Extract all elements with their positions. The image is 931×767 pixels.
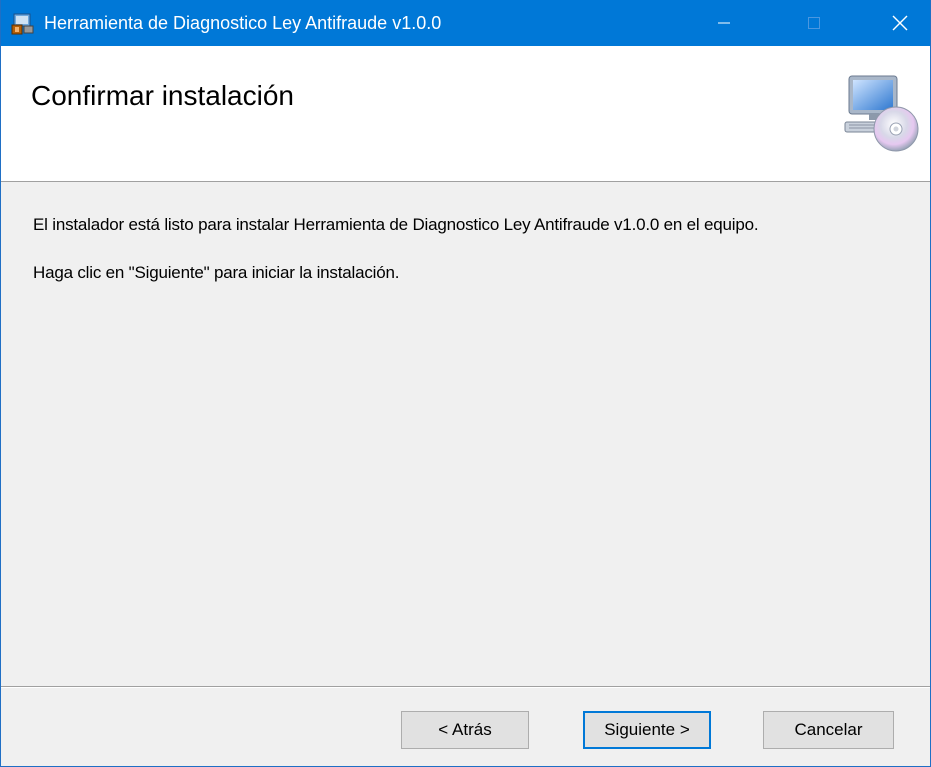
close-icon: [892, 15, 908, 31]
installer-window: Herramienta de Diagnostico Ley Antifraud…: [0, 0, 931, 767]
footer-divider-highlight: [1, 687, 930, 688]
back-button[interactable]: < Atrás: [401, 711, 529, 749]
header-banner: Confirmar instalación: [1, 46, 930, 182]
maximize-button[interactable]: [791, 0, 837, 46]
instruction-message: Haga clic en "Siguiente" para iniciar la…: [33, 263, 400, 282]
close-button[interactable]: [877, 0, 923, 46]
installer-app-icon: [11, 13, 34, 35]
title-bar[interactable]: Herramienta de Diagnostico Ley Antifraud…: [1, 0, 930, 46]
maximize-icon: [808, 17, 820, 29]
computer-cd-icon: [844, 75, 919, 152]
cancel-button[interactable]: Cancelar: [763, 711, 894, 749]
ready-message: El instalador está listo para instalar H…: [33, 215, 759, 234]
next-button[interactable]: Siguiente >: [583, 711, 711, 749]
page-title: Confirmar instalación: [31, 80, 294, 111]
window-title: Herramienta de Diagnostico Ley Antifraud…: [44, 13, 442, 33]
minimize-icon: [718, 22, 730, 24]
content-area: El instalador está listo para instalar H…: [1, 183, 930, 683]
minimize-button[interactable]: [701, 0, 747, 46]
